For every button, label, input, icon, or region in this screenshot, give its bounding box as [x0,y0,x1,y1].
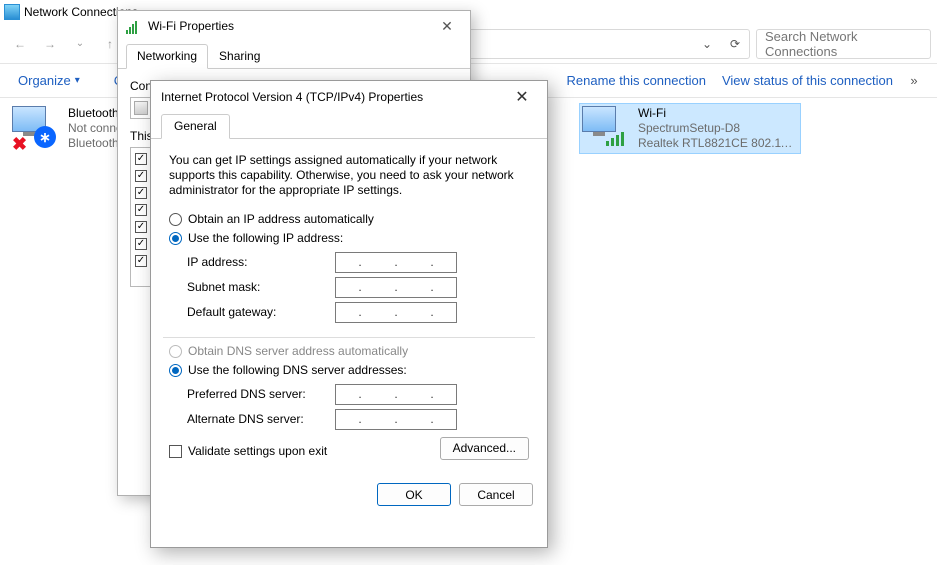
close-icon[interactable]: ✕ [432,18,462,35]
wifi-signal-icon [606,132,624,146]
checkbox-icon[interactable]: ✓ [135,153,147,165]
checkbox-icon[interactable]: ✓ [135,221,147,233]
radio-obtain-dns-auto: Obtain DNS server address automatically [169,344,529,359]
cancel-button[interactable]: Cancel [459,483,533,506]
checkbox-icon[interactable]: ✓ [135,187,147,199]
checkbox-icon [169,445,182,458]
radio-label: Obtain an IP address automatically [188,212,374,227]
dialog-title: Internet Protocol Version 4 (TCP/IPv4) P… [161,90,423,104]
adapter-icon [134,101,148,115]
connection-wifi[interactable]: Wi-Fi SpectrumSetup-D8 Realtek RTL8821CE… [580,104,800,153]
view-status-link[interactable]: View status of this connection [714,73,901,88]
dialog-titlebar: Internet Protocol Version 4 (TCP/IPv4) P… [151,81,547,113]
search-input[interactable]: Search Network Connections [756,29,931,59]
refresh-icon[interactable]: ⟳ [721,30,749,58]
subnet-mask-input[interactable]: ... [335,277,457,298]
alternate-dns-input[interactable]: ... [335,409,457,430]
alternate-dns-label: Alternate DNS server: [187,412,335,427]
back-button[interactable]: ← [6,30,34,58]
rename-connection-link[interactable]: Rename this connection [558,73,713,88]
checkbox-icon[interactable]: ✓ [135,170,147,182]
dialog-tabs: Networking Sharing [118,43,470,69]
dialog-titlebar: Wi-Fi Properties ✕ [118,11,470,41]
radio-use-following-dns[interactable]: Use the following DNS server addresses: [169,363,529,378]
connection-device: Realtek RTL8821CE 802.11ac PCIe ... [638,136,798,151]
bluetooth-icon: ∗ [34,126,56,148]
address-dropdown-icon[interactable]: ⌄ [693,30,721,58]
radio-use-following-ip[interactable]: Use the following IP address: [169,231,529,246]
radio-label: Obtain DNS server address automatically [188,344,408,359]
default-gateway-input[interactable]: ... [335,302,457,323]
checkbox-icon[interactable]: ✓ [135,255,147,267]
dialog-title: Wi-Fi Properties [148,19,234,33]
wifi-icon [126,18,142,34]
radio-label: Use the following IP address: [188,231,343,246]
dialog-tabs: General [151,113,547,139]
radio-icon [169,364,182,377]
connection-name: Wi-Fi [638,106,798,121]
checkbox-label: Validate settings upon exit [188,444,327,459]
disconnected-icon: ✖ [12,134,27,155]
preferred-dns-label: Preferred DNS server: [187,387,335,402]
radio-icon [169,345,182,358]
advanced-button[interactable]: Advanced... [440,437,529,460]
checkbox-icon[interactable]: ✓ [135,238,147,250]
view-options-icon[interactable]: » [901,68,927,94]
preferred-dns-input[interactable]: ... [335,384,457,405]
ok-button[interactable]: OK [377,483,451,506]
close-icon[interactable]: ✕ [507,87,537,107]
tab-general[interactable]: General [161,114,230,139]
monitor-icon [582,106,616,132]
connection-status: SpectrumSetup-D8 [638,121,798,136]
tab-networking[interactable]: Networking [126,44,208,69]
network-icon [4,4,20,20]
radio-obtain-ip-auto[interactable]: Obtain an IP address automatically [169,212,529,227]
organize-menu[interactable]: Organize▾ [10,73,88,88]
default-gateway-label: Default gateway: [187,305,335,320]
ip-address-input[interactable]: ... [335,252,457,273]
radio-label: Use the following DNS server addresses: [188,363,407,378]
radio-icon [169,213,182,226]
description-text: You can get IP settings assigned automat… [169,153,529,198]
recent-chevron[interactable]: ⌄ [66,30,94,58]
subnet-mask-label: Subnet mask: [187,280,335,295]
forward-button[interactable]: → [36,30,64,58]
tab-sharing[interactable]: Sharing [208,44,271,69]
checkbox-icon[interactable]: ✓ [135,204,147,216]
search-placeholder: Search Network Connections [765,29,922,59]
ipv4-properties-dialog: Internet Protocol Version 4 (TCP/IPv4) P… [150,80,548,548]
ip-address-label: IP address: [187,255,335,270]
radio-icon [169,232,182,245]
